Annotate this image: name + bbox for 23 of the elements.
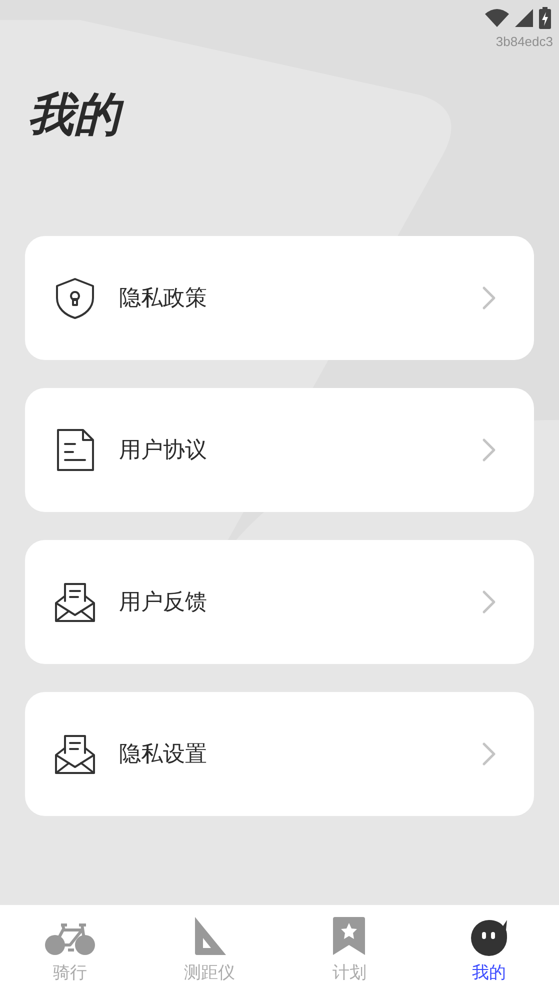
open-envelope-icon [53,580,97,622]
open-envelope-icon [53,732,97,774]
round-mascot-icon [470,918,508,956]
chevron-right-icon [482,286,496,310]
star-bookmark-icon [332,916,366,956]
menu-label: 用户协议 [119,436,208,464]
chevron-right-icon [482,590,496,614]
menu-item[interactable]: 隐私政策 [25,236,534,360]
battery-icon [539,7,551,29]
menu-item[interactable]: 用户协议 [25,388,534,512]
shield-lock-icon [53,276,97,320]
wifi-icon [485,9,509,27]
menu-label: 隐私设置 [119,740,208,768]
chevron-right-icon [482,742,496,766]
menu-item[interactable]: 用户反馈 [25,540,534,664]
chevron-right-icon [482,438,496,462]
menu-item[interactable]: 隐私设置 [25,692,534,816]
signal-icon [515,9,533,27]
menu-label: 隐私政策 [119,284,208,312]
bicycle-icon [44,922,96,956]
version-label: 3b84edc3 [496,33,553,51]
tab[interactable]: 我的 [419,905,559,995]
menu-label: 用户反馈 [119,588,208,616]
